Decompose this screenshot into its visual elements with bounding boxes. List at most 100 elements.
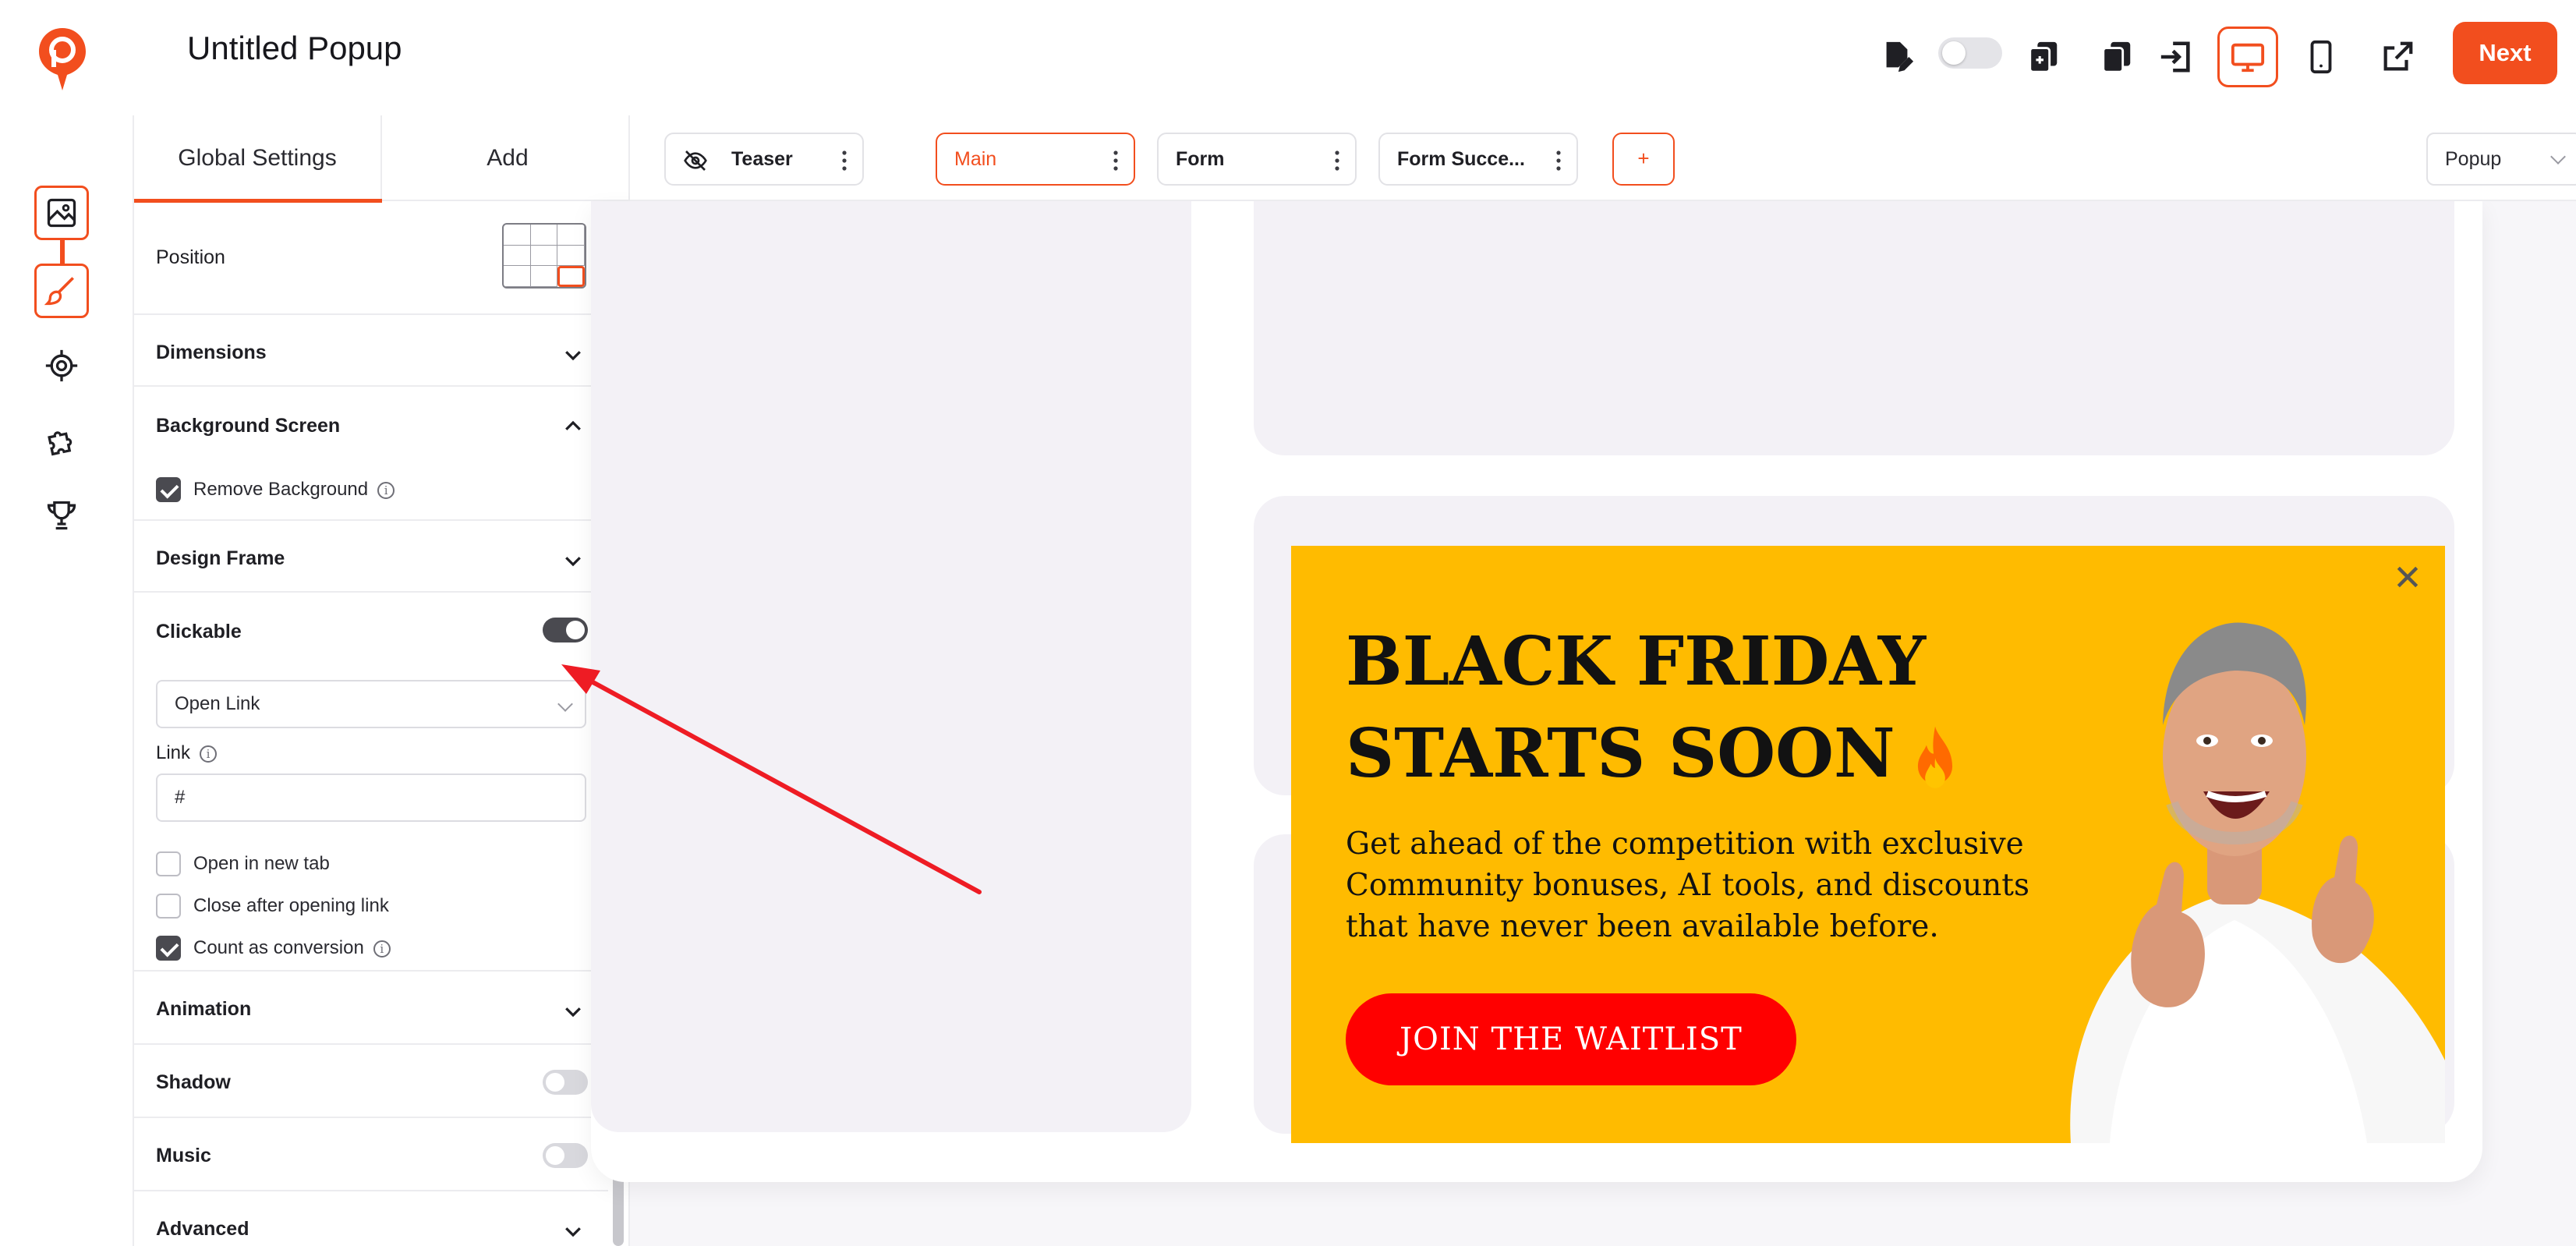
edit-document-button[interactable] [1867,27,1927,87]
man-thumbs-up-image[interactable] [2040,577,2445,1143]
join-waitlist-button[interactable]: JOIN THE WAITLIST [1346,993,1796,1085]
click-action-select[interactable]: Open Link [156,680,586,728]
dimensions-label[interactable]: Dimensions [156,342,267,364]
popup-headline[interactable]: BLACK FRIDAY STARTS SOON [1346,616,2032,800]
target-icon [45,349,78,382]
rail-item-targeting[interactable] [34,338,89,393]
position-picker[interactable] [502,223,586,288]
duplicate-button[interactable] [2013,27,2074,87]
chevron-down-icon[interactable] [561,343,585,366]
import-icon [2160,41,2190,73]
link-input[interactable]: # [156,773,586,822]
brush-icon [44,277,74,306]
count-conversion-checkbox[interactable] [156,936,181,961]
open-preview-button[interactable] [2367,27,2428,87]
screen-tab-main[interactable]: Main [936,133,1135,186]
mobile-icon [2310,40,2332,74]
mobile-view-button[interactable] [2291,27,2351,87]
more-vertical-icon[interactable] [1556,150,1561,172]
clickable-toggle[interactable] [543,618,588,642]
position-cell[interactable] [557,225,585,246]
panel-tabs: Global Settings Add [134,115,628,203]
headline-line-1: BLACK FRIDAY [1346,622,1927,701]
remove-background-label: Remove Background [193,479,369,500]
animation-label[interactable]: Animation [156,998,251,1021]
copy-button[interactable] [2086,27,2147,87]
screen-tabs-bar: Teaser Main Form Form Succe... + Popup [630,115,2576,201]
info-icon[interactable]: i [377,481,395,499]
shadow-toggle[interactable] [543,1070,588,1095]
screen-tab-form-success[interactable]: Form Succe... [1378,133,1578,186]
more-vertical-icon[interactable] [842,150,847,172]
design-frame-label[interactable]: Design Frame [156,547,285,570]
screen-tab-label: Main [954,148,997,170]
open-new-tab-checkbox[interactable] [156,851,181,876]
screen-tab-teaser[interactable]: Teaser [664,133,864,186]
position-cell[interactable] [504,245,531,267]
info-icon[interactable]: i [200,745,218,763]
top-bar: Untitled Popup Next [0,0,2576,115]
eye-off-icon[interactable] [683,148,708,173]
chevron-down-icon [557,696,573,712]
position-cell[interactable] [530,225,558,246]
placeholder-block [591,201,1191,1132]
more-vertical-icon[interactable] [1335,150,1339,172]
more-vertical-icon[interactable] [1113,150,1118,172]
tab-add[interactable]: Add [384,115,628,201]
music-label: Music [156,1145,211,1166]
screen-tab-label: Form [1176,148,1225,170]
background-screen-label[interactable]: Background Screen [156,415,340,437]
rail-item-content[interactable] [34,186,89,240]
popup-preview[interactable]: BLACK FRIDAY STARTS SOON Get ahead of th… [1291,546,2445,1143]
remove-background-checkbox[interactable] [156,477,181,502]
desktop-icon [2231,43,2265,73]
tab-global-settings[interactable]: Global Settings [134,115,382,203]
close-icon[interactable] [2392,561,2423,593]
position-cell[interactable] [504,225,531,246]
rail-item-design[interactable] [34,264,89,318]
advanced-label[interactable]: Advanced [156,1218,249,1241]
info-icon[interactable]: i [373,940,391,958]
shadow-label: Shadow [156,1071,231,1093]
link-label: Link [156,742,191,763]
chevron-up-icon[interactable] [561,415,585,438]
position-cell[interactable] [530,266,558,287]
trophy-icon [47,501,76,530]
campaign-type-select[interactable]: Popup [2426,133,2576,186]
screen-tab-label: Form Succe... [1397,148,1525,170]
import-button[interactable] [2146,27,2206,87]
chevron-down-icon[interactable] [561,549,585,572]
next-button[interactable]: Next [2453,22,2557,84]
chevron-down-icon[interactable] [561,1000,585,1023]
puzzle-icon [48,431,73,456]
music-toggle[interactable] [543,1143,588,1168]
preview-toggle[interactable] [1938,37,2002,69]
add-screen-button[interactable]: + [1612,133,1675,186]
headline-line-2-row: STARTS SOON [1346,708,2032,800]
screen-tab-form[interactable]: Form [1157,133,1357,186]
chevron-down-icon [2550,149,2566,165]
toggle-knob [546,1146,564,1165]
toggle-knob [566,621,585,639]
external-link-icon [2383,41,2413,71]
left-rail [0,115,133,1246]
clickable-label: Clickable [156,621,242,642]
rail-item-integrations[interactable] [34,413,89,468]
desktop-view-button[interactable] [2217,27,2278,87]
popup-body-text[interactable]: Get ahead of the competition with exclus… [1346,823,2032,947]
page-title[interactable]: Untitled Popup [187,30,402,67]
position-cell[interactable] [557,245,585,267]
edit-document-icon [1886,41,1914,73]
settings-panel: Global Settings Add Position Dimensions … [133,115,630,1246]
rail-item-goals[interactable] [34,488,89,543]
chevron-down-icon[interactable] [561,1219,585,1243]
position-cell[interactable] [530,245,558,267]
close-after-checkbox[interactable] [156,894,181,919]
copy-icon [2102,41,2131,73]
screen-tab-label: Teaser [731,148,793,170]
position-cell-selected[interactable] [557,266,585,287]
headline-line-2: STARTS SOON [1346,714,1895,793]
link-field-label: Link i [156,742,218,764]
position-cell[interactable] [504,266,531,287]
count-conversion-option: Count as conversion i [193,937,391,959]
